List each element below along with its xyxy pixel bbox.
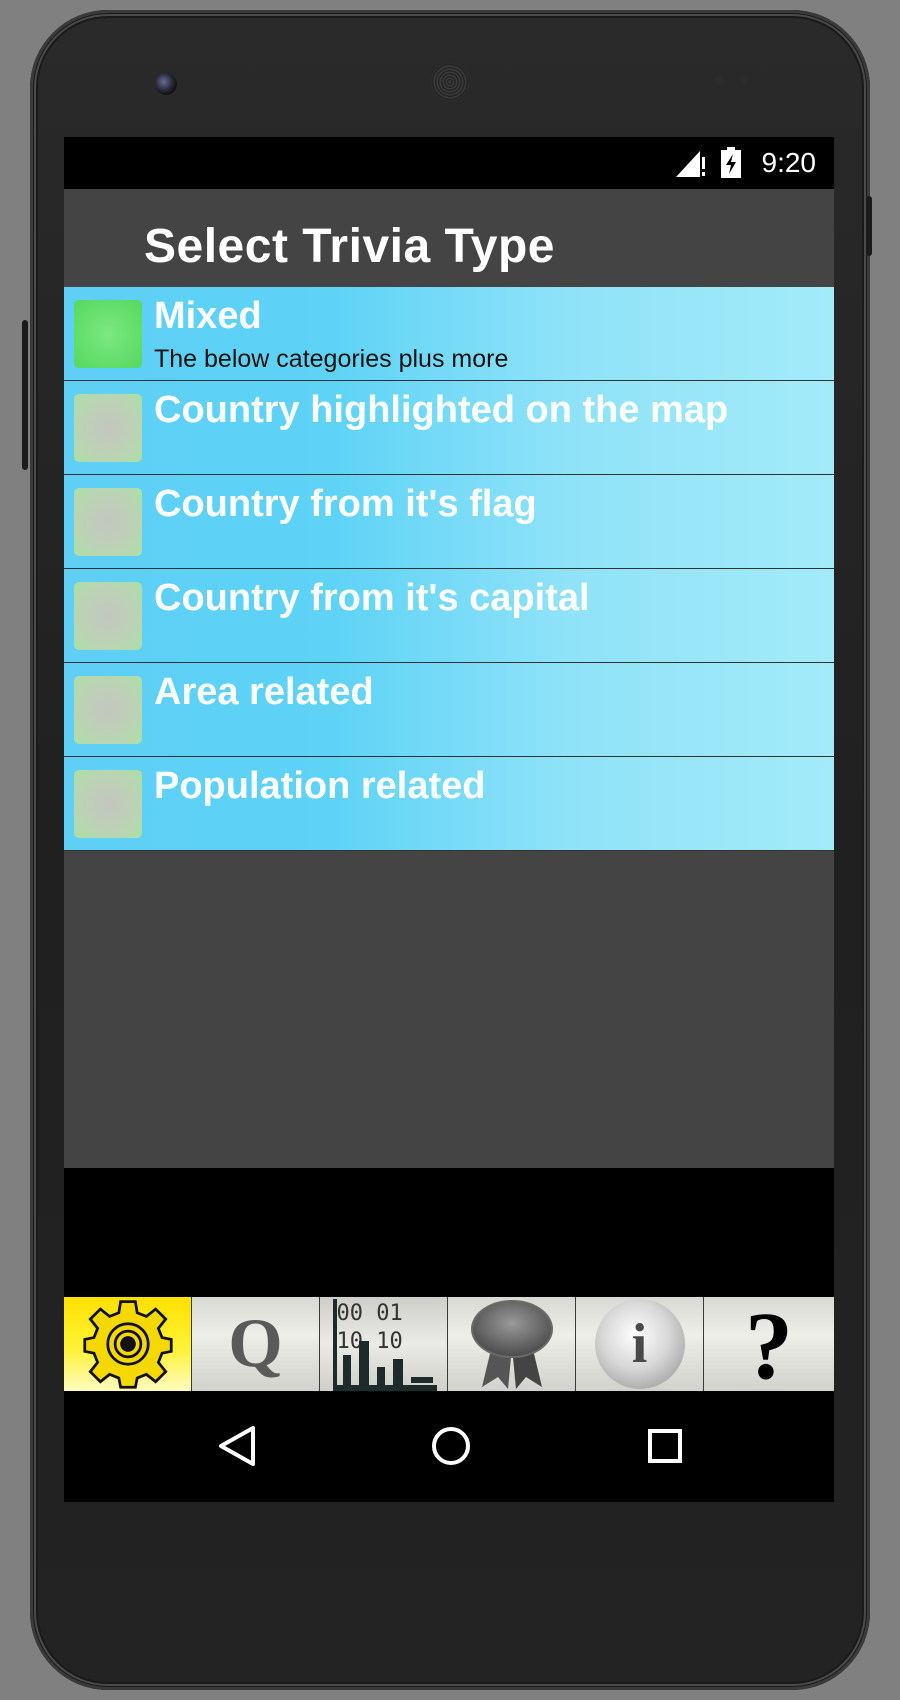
back-button[interactable]: [212, 1421, 262, 1471]
trivia-item-map[interactable]: Country highlighted on the map: [64, 381, 834, 475]
trivia-item-title: Country from it's flag: [154, 483, 537, 525]
bottom-toolbar: Q 00 01 10 10 i ?: [64, 1297, 834, 1391]
recents-button[interactable]: [640, 1421, 690, 1471]
status-time: 9:20: [761, 147, 817, 178]
trivia-checkbox[interactable]: [74, 676, 142, 744]
trivia-item-title: Area related: [154, 671, 374, 713]
help-icon: ?: [745, 1297, 793, 1392]
recents-icon: [648, 1429, 682, 1463]
award-ribbon-icon: [470, 1300, 553, 1389]
trivia-checkbox[interactable]: [74, 394, 142, 462]
info-icon: i: [594, 1299, 685, 1389]
help-button[interactable]: ?: [704, 1297, 834, 1391]
trivia-item-title: Country highlighted on the map: [154, 389, 729, 431]
light-sensor: [740, 76, 748, 84]
trivia-item-capital[interactable]: Country from it's capital: [64, 569, 834, 663]
status-bar: 9:20: [64, 137, 834, 189]
trivia-checkbox[interactable]: [74, 488, 142, 556]
trivia-item-area[interactable]: Area related: [64, 663, 834, 757]
trivia-item-title: Population related: [154, 765, 486, 807]
volume-button: [22, 320, 28, 470]
ad-banner-area: [64, 1168, 834, 1297]
trivia-type-list: Mixed The below categories plus more Cou…: [64, 287, 834, 851]
home-icon: [432, 1427, 470, 1465]
power-button: [866, 196, 872, 256]
front-camera: [155, 73, 177, 95]
earpiece-speaker: [432, 64, 468, 100]
stats-button[interactable]: 00 01 10 10: [320, 1297, 448, 1391]
trivia-checkbox[interactable]: [74, 770, 142, 838]
title-bar: Select Trivia Type: [64, 189, 834, 287]
back-icon: [219, 1426, 255, 1466]
proximity-sensor: [714, 76, 724, 86]
quiz-button[interactable]: Q: [192, 1297, 320, 1391]
achievements-button[interactable]: [448, 1297, 576, 1391]
home-button[interactable]: [426, 1421, 476, 1471]
battery-icon: [721, 147, 741, 178]
trivia-item-title: Country from it's capital: [154, 577, 590, 619]
quiz-q-icon: Q: [228, 1305, 283, 1382]
trivia-checkbox[interactable]: [74, 300, 142, 368]
info-button[interactable]: i: [576, 1297, 704, 1391]
trivia-item-population[interactable]: Population related: [64, 757, 834, 851]
page-title: Select Trivia Type: [144, 220, 555, 273]
trivia-item-flag[interactable]: Country from it's flag: [64, 475, 834, 569]
trivia-checkbox[interactable]: [74, 582, 142, 650]
trivia-item-mixed[interactable]: Mixed The below categories plus more: [64, 287, 834, 381]
trivia-item-subtitle: The below categories plus more: [154, 345, 509, 373]
bar-chart-graphic: [332, 1299, 437, 1391]
empty-content-area: [64, 851, 834, 1168]
navigation-bar: [64, 1391, 834, 1502]
stats-chart-icon: 00 01 10 10: [329, 1297, 439, 1391]
settings-gear-icon: [82, 1300, 173, 1389]
settings-button[interactable]: [64, 1297, 192, 1391]
signal-icon: [676, 151, 705, 177]
trivia-item-title: Mixed: [154, 295, 262, 337]
device-screen: 9:20 Select Trivia Type Mixed The below …: [64, 137, 834, 1502]
